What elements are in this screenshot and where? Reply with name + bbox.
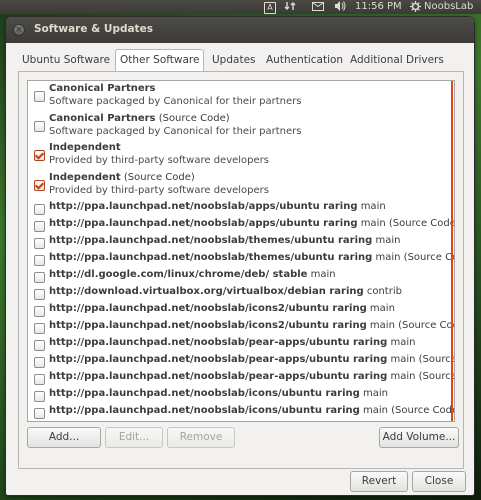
- source-checkbox[interactable]: [34, 204, 45, 215]
- source-checkbox[interactable]: [34, 238, 45, 249]
- source-title: http://ppa.launchpad.net/noobslab/pear-a…: [49, 371, 455, 382]
- tab-bar: Ubuntu Software Other Software Updates A…: [18, 49, 462, 71]
- source-title: Canonical Partners (Source Code): [49, 112, 230, 124]
- list-scrollbar[interactable]: [451, 81, 453, 421]
- source-checkbox[interactable]: [34, 340, 45, 351]
- source-description: Software packaged by Canonical for their…: [49, 96, 302, 107]
- source-checkbox[interactable]: [34, 272, 45, 283]
- window-close-button[interactable]: ×: [13, 24, 25, 36]
- software-updates-window: × Software & Updates Ubuntu Software Oth…: [6, 17, 474, 495]
- top-panel: A 11:56 PM NoobsLab: [0, 0, 481, 14]
- source-title: http://download.virtualbox.org/virtualbo…: [49, 286, 402, 297]
- user-name[interactable]: NoobsLab: [424, 0, 473, 14]
- window-title: Software & Updates: [34, 23, 153, 35]
- source-title: http://ppa.launchpad.net/noobslab/apps/u…: [49, 201, 386, 212]
- source-title: http://ppa.launchpad.net/noobslab/icons/…: [49, 405, 455, 416]
- remove-button[interactable]: Remove: [167, 427, 235, 448]
- source-title: http://ppa.launchpad.net/noobslab/icons/…: [49, 388, 388, 399]
- source-title: http://ppa.launchpad.net/noobslab/pear-a…: [49, 337, 416, 348]
- source-title: Canonical Partners: [49, 83, 156, 94]
- volume-icon[interactable]: [334, 0, 346, 14]
- close-button[interactable]: Close: [412, 471, 466, 492]
- source-title: http://ppa.launchpad.net/noobslab/icons2…: [49, 303, 395, 314]
- source-checkbox[interactable]: [34, 289, 45, 300]
- source-checkbox[interactable]: [34, 255, 45, 266]
- keyboard-indicator[interactable]: A: [264, 2, 276, 14]
- tab-additional-drivers[interactable]: Additional Drivers: [346, 51, 448, 70]
- source-checkbox[interactable]: [34, 391, 45, 402]
- source-title: http://dl.google.com/linux/chrome/deb/ s…: [49, 269, 336, 280]
- tab-ubuntu-software[interactable]: Ubuntu Software: [18, 51, 114, 70]
- source-checkbox[interactable]: [34, 91, 45, 102]
- mail-icon[interactable]: [312, 0, 324, 14]
- source-title: http://ppa.launchpad.net/noobslab/pear-a…: [49, 354, 455, 365]
- source-checkbox[interactable]: [34, 221, 45, 232]
- tab-updates[interactable]: Updates: [208, 51, 260, 70]
- source-checkbox[interactable]: [34, 306, 45, 317]
- revert-button[interactable]: Revert: [350, 471, 408, 492]
- source-checkbox[interactable]: [34, 374, 45, 385]
- gear-icon[interactable]: [410, 0, 421, 14]
- source-title: Independent: [49, 142, 121, 153]
- sources-list[interactable]: Canonical Partners Software packaged by C…: [27, 80, 455, 422]
- source-description: Provided by third-party software develop…: [49, 155, 269, 166]
- source-title: http://ppa.launchpad.net/noobslab/icons2…: [49, 320, 454, 331]
- clock[interactable]: 11:56 PM: [355, 0, 402, 14]
- title-bar[interactable]: × Software & Updates: [6, 17, 474, 43]
- tab-authentication[interactable]: Authentication: [262, 51, 347, 70]
- source-checkbox[interactable]: [34, 323, 45, 334]
- source-checkbox[interactable]: [34, 120, 45, 132]
- source-description: Provided by third-party software develop…: [49, 184, 269, 196]
- edit-button[interactable]: Edit...: [105, 427, 163, 448]
- add-button[interactable]: Add...: [27, 427, 101, 448]
- source-title: http://ppa.launchpad.net/noobslab/themes…: [49, 235, 401, 246]
- tab-other-software[interactable]: Other Software: [115, 49, 205, 71]
- source-checkbox[interactable]: [34, 179, 45, 191]
- add-volume-button[interactable]: Add Volume...: [379, 427, 459, 448]
- source-title: http://ppa.launchpad.net/noobslab/themes…: [49, 252, 454, 263]
- network-icon[interactable]: [284, 0, 296, 14]
- source-checkbox[interactable]: [34, 408, 45, 419]
- other-software-panel: Canonical Partners Software packaged by C…: [18, 71, 464, 469]
- source-description: Software packaged by Canonical for their…: [49, 125, 302, 137]
- source-title: http://ppa.launchpad.net/noobslab/apps/u…: [49, 218, 455, 229]
- source-checkbox[interactable]: [34, 357, 45, 368]
- source-checkbox[interactable]: [34, 150, 45, 161]
- source-title: Independent (Source Code): [49, 171, 195, 183]
